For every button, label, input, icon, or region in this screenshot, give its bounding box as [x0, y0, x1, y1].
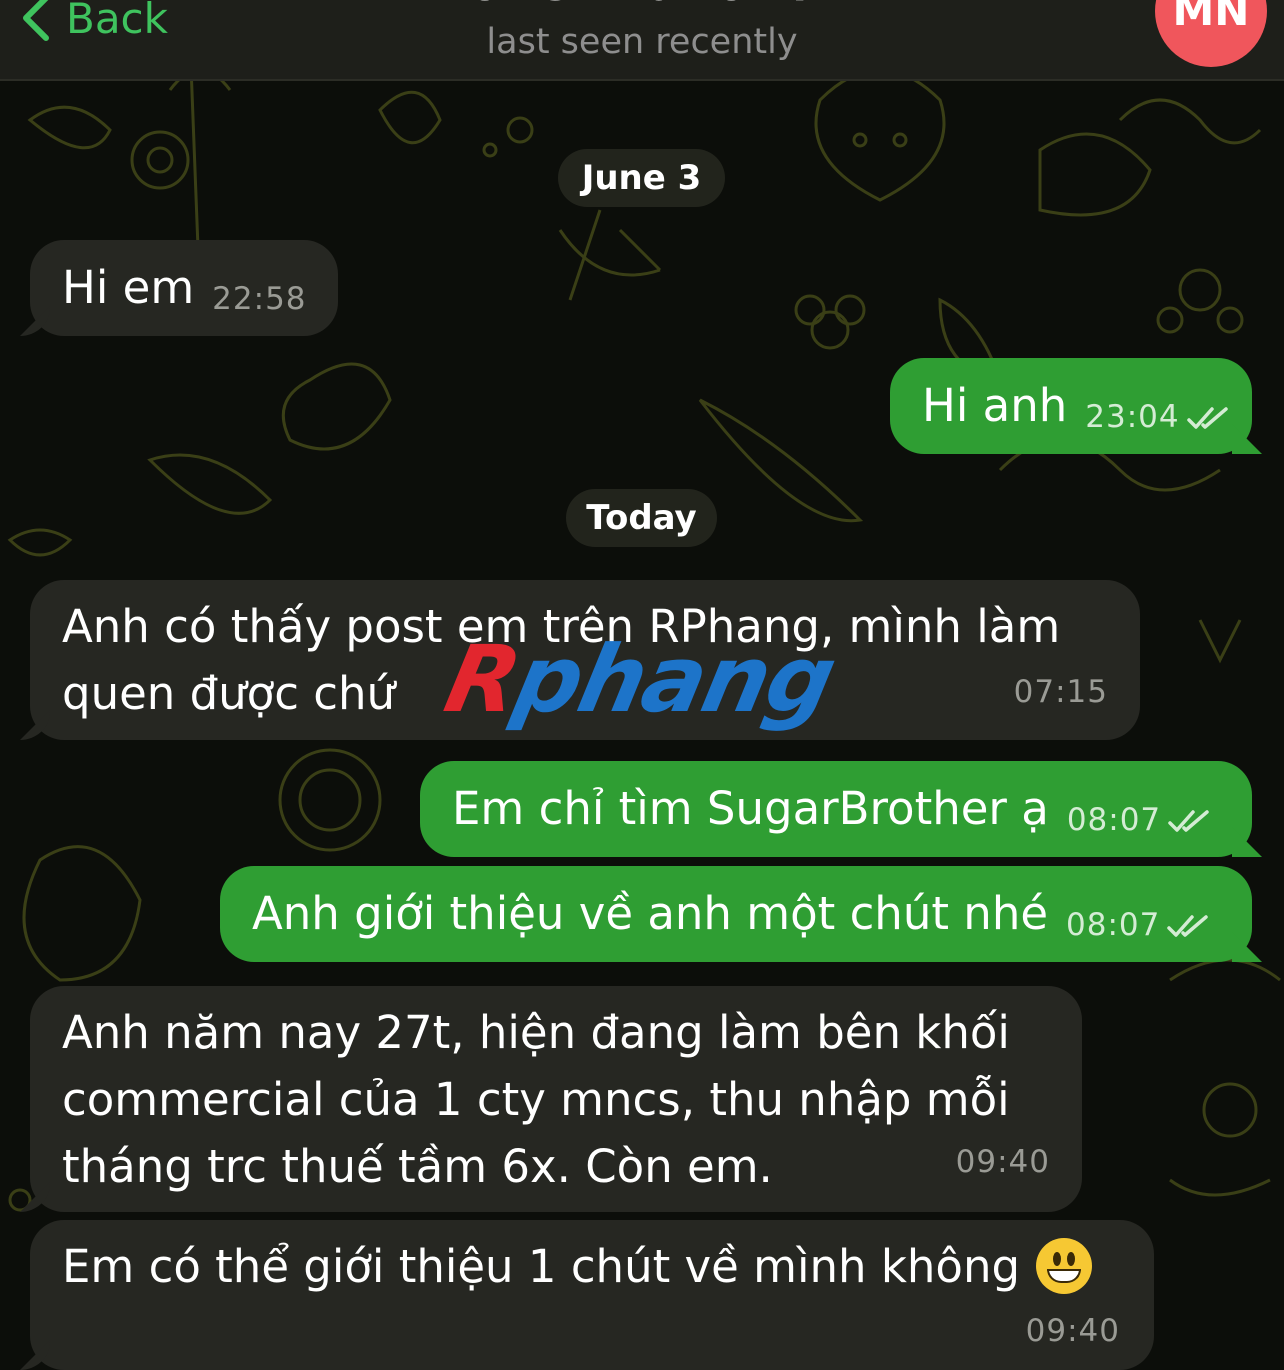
contact-name[interactable]: +84 34 104 84 72: [0, 0, 1284, 10]
message-text: Hi em: [62, 261, 195, 314]
double-check-icon: [1186, 404, 1232, 432]
message-outgoing[interactable]: Anh giới thiệu về anh một chút nhé 08:07: [220, 866, 1252, 962]
message-incoming[interactable]: Hi em 22:58: [30, 240, 338, 336]
chat-header: Back +84 34 104 84 72 last seen recently…: [0, 0, 1284, 81]
watermark-logo: Rphang: [436, 626, 844, 733]
message-time: 08:07: [1066, 802, 1162, 838]
message-time: 09:40: [955, 1144, 1050, 1180]
contact-status: last seen recently: [486, 22, 798, 62]
message-incoming[interactable]: Anh năm nay 27t, hiện đang làm bên khối …: [30, 986, 1082, 1212]
message-outgoing[interactable]: Hi anh 23:04: [890, 358, 1252, 454]
date-separator-today: Today: [566, 489, 717, 547]
message-time: 09:40: [1025, 1313, 1120, 1349]
message-outgoing[interactable]: Em chỉ tìm SugarBrother ạ 08:07: [420, 761, 1252, 857]
message-text: Em có thể giới thiệu 1 chút về mình khôn…: [62, 1240, 1021, 1293]
avatar-initials: MN: [1172, 0, 1250, 35]
message-time: 07:15: [1013, 674, 1108, 710]
message-text: Anh giới thiệu về anh một chút nhé: [252, 887, 1049, 940]
message-time: 08:07: [1066, 907, 1161, 943]
message-text: Em chỉ tìm SugarBrother ạ: [452, 782, 1049, 835]
double-check-icon: [1166, 912, 1212, 940]
message-time: 22:58: [212, 281, 307, 317]
double-check-icon: [1167, 807, 1213, 835]
message-text-line-3: tháng trc thuế tầm 6x. Còn em.: [62, 1140, 773, 1193]
message-text-line-1: Anh năm nay 27t, hiện đang làm bên khối: [62, 1006, 1010, 1059]
message-text-line-2: commercial của 1 cty mncs, thu nhập mỗi: [62, 1073, 1010, 1126]
date-label: Today: [586, 498, 697, 538]
date-separator-june-3: June 3: [558, 149, 725, 207]
date-label: June 3: [581, 158, 702, 198]
message-time: 23:04: [1085, 399, 1180, 435]
smiling-face-emoji-icon: [1036, 1238, 1093, 1294]
message-text: Hi anh: [922, 379, 1068, 432]
message-incoming[interactable]: Em có thể giới thiệu 1 chút về mình khôn…: [30, 1220, 1154, 1370]
